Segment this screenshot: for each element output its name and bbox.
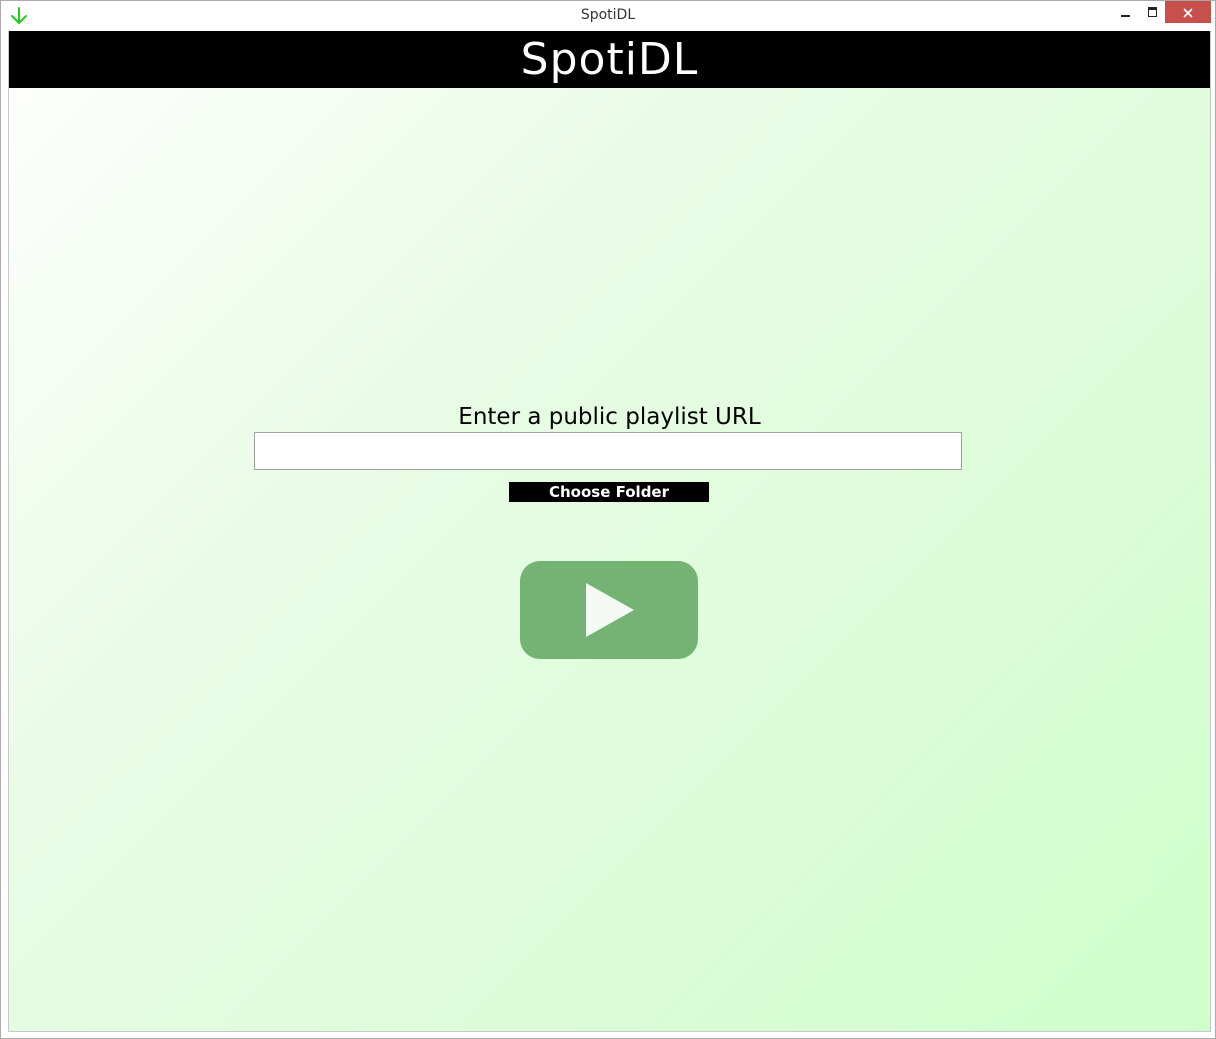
- title-bar[interactable]: SpotiDL: [1, 1, 1215, 31]
- client-area: SpotiDL Enter a public playlist URL Choo…: [8, 31, 1211, 1032]
- minimize-button[interactable]: [1111, 1, 1139, 23]
- choose-folder-button[interactable]: Choose Folder: [509, 482, 709, 502]
- app-window: SpotiDL SpotiDL Enter a public playlist …: [0, 0, 1216, 1039]
- maximize-button[interactable]: [1139, 1, 1165, 23]
- window-title: SpotiDL: [580, 7, 636, 23]
- maximize-icon: [1147, 7, 1157, 17]
- playlist-url-input[interactable]: [254, 432, 962, 470]
- close-icon: [1183, 3, 1193, 22]
- play-icon: [582, 581, 638, 639]
- minimize-icon: [1120, 15, 1130, 17]
- header-bar: SpotiDL: [9, 31, 1210, 88]
- url-label: Enter a public playlist URL: [458, 404, 761, 430]
- app-title: SpotiDL: [520, 34, 699, 85]
- close-button[interactable]: [1165, 1, 1211, 23]
- start-download-button[interactable]: [520, 561, 698, 659]
